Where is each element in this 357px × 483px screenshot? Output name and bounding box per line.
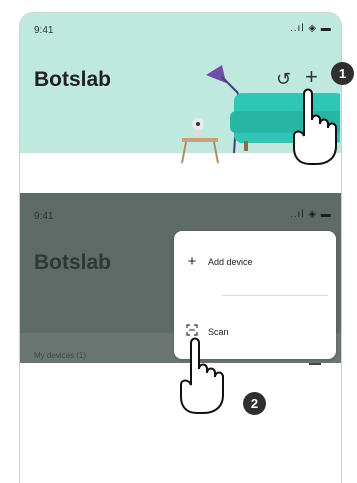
- menu-item-add-device[interactable]: + Add device: [184, 253, 253, 270]
- content-strip: [20, 165, 341, 193]
- step-2-badge: 2: [243, 392, 266, 415]
- status-icons-2: ..ıl ◈ ▬: [290, 209, 332, 220]
- plus-icon: +: [187, 253, 197, 270]
- status-time-2: 9:41: [34, 211, 54, 222]
- add-device-label: Add device: [208, 256, 253, 267]
- my-devices-label: My devices (1): [34, 351, 87, 360]
- menu-divider: [222, 295, 328, 296]
- app-title: Botslab: [34, 68, 112, 91]
- step-1-badge: 1: [331, 62, 354, 85]
- app-title-2: Botslab: [34, 251, 112, 274]
- hand-pointer-icon-2: [180, 337, 224, 414]
- status-icons: ..ıl ◈ ▬: [290, 23, 332, 34]
- hand-pointer-icon: [293, 88, 337, 165]
- status-time: 9:41: [34, 25, 54, 36]
